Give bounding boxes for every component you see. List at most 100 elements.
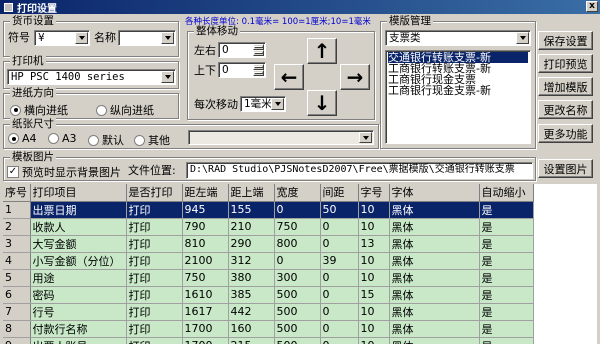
table-cell[interactable]: 0 [320, 218, 359, 236]
table-row[interactable]: 2 收款人 打印 790 210 750 0 10 黑体是 [3, 218, 534, 236]
column-header[interactable]: 序号 [3, 184, 31, 202]
table-cell[interactable]: 0 [320, 235, 359, 253]
table-cell[interactable]: 10 [358, 201, 390, 219]
table-cell[interactable]: 10 [358, 303, 390, 321]
column-header[interactable]: 字体 [389, 184, 480, 202]
column-header[interactable]: 宽度 [274, 184, 321, 202]
table-cell[interactable]: 黑体 [389, 201, 480, 219]
table-cell[interactable]: 290 [228, 235, 275, 253]
table-cell[interactable]: 打印 [126, 286, 183, 304]
table-cell[interactable]: 10 [358, 337, 390, 344]
row-index-cell[interactable]: 5 [3, 269, 31, 287]
table-cell[interactable]: 是 [479, 337, 534, 344]
file-path-input[interactable]: D:\RAD Studio\PJSNotesD2007\Free\票据模版\交通… [186, 162, 533, 179]
table-row[interactable]: 3 大写金额 打印 810 290 800 0 13 黑体是 [3, 235, 534, 253]
column-header[interactable]: 打印项目 [30, 184, 127, 202]
chevron-down-icon[interactable] [75, 32, 88, 44]
table-cell[interactable]: 是 [479, 269, 534, 287]
direction-portrait-radio[interactable]: 纵向进纸 [96, 102, 154, 118]
column-header[interactable]: 距上端 [228, 184, 275, 202]
move-down-button[interactable]: ↓ [307, 90, 337, 116]
move-up-button[interactable]: ↑ [307, 38, 337, 64]
table-cell[interactable]: 是 [479, 235, 534, 253]
close-button[interactable]: x [586, 1, 598, 12]
table-cell[interactable]: 密码 [30, 286, 127, 304]
table-cell[interactable]: 215 [228, 337, 275, 344]
table-row[interactable]: 1 出票日期 打印 945 155 0 50 10 黑体是 [3, 201, 534, 219]
table-cell[interactable]: 2100 [182, 252, 229, 270]
table-cell[interactable]: 打印 [126, 201, 183, 219]
table-cell[interactable]: 810 [182, 235, 229, 253]
table-cell[interactable]: 是 [479, 252, 534, 270]
table-row[interactable]: 5 用途 打印 750 380 300 0 10 黑体是 [3, 269, 534, 287]
printer-select[interactable]: HP PSC 1400 series [7, 69, 176, 85]
table-cell[interactable]: 付款行名称 [30, 320, 127, 338]
table-cell[interactable]: 用途 [30, 269, 127, 287]
table-row[interactable]: 9出票人账号打印1700215500010黑体是 [3, 337, 534, 344]
preview-bg-checkbox[interactable]: ✓ 预览时显示背景图片 [7, 164, 121, 180]
table-cell[interactable]: 790 [182, 218, 229, 236]
table-cell[interactable]: 13 [358, 235, 390, 253]
step-select[interactable]: 1毫米 [240, 96, 286, 112]
chevron-down-icon[interactable] [516, 32, 529, 44]
table-cell[interactable]: 500 [274, 320, 321, 338]
table-cell[interactable]: 385 [228, 286, 275, 304]
column-header[interactable]: 距左端 [182, 184, 229, 202]
table-cell[interactable]: 打印 [126, 337, 183, 344]
table-cell[interactable]: 750 [182, 269, 229, 287]
chevron-down-icon[interactable] [161, 71, 174, 83]
move-left-button[interactable]: ← [274, 64, 304, 90]
rename-button[interactable]: 更改名称 [538, 100, 593, 119]
table-cell[interactable]: 0 [274, 201, 321, 219]
table-cell[interactable]: 大写金额 [30, 235, 127, 253]
left-right-spinner[interactable] [253, 44, 264, 56]
column-header[interactable]: 字号 [358, 184, 390, 202]
move-right-button[interactable]: → [340, 64, 370, 90]
column-header[interactable]: 间距 [320, 184, 359, 202]
table-cell[interactable]: 10 [358, 320, 390, 338]
table-cell[interactable]: 1617 [182, 303, 229, 321]
table-cell[interactable]: 打印 [126, 252, 183, 270]
table-cell[interactable]: 1700 [182, 337, 229, 344]
table-cell[interactable]: 300 [274, 269, 321, 287]
paper-other-select[interactable] [188, 130, 374, 145]
table-row[interactable]: 7 行号 打印 1617 442 500 0 10 黑体是 [3, 303, 534, 321]
paper-a3-radio[interactable]: A3 [48, 132, 77, 145]
table-cell[interactable]: 打印 [126, 303, 183, 321]
table-cell[interactable]: 0 [320, 337, 359, 344]
table-cell[interactable]: 0 [320, 303, 359, 321]
currency-name-select[interactable] [118, 30, 176, 46]
table-cell[interactable]: 黑体 [389, 286, 480, 304]
print-items-grid[interactable]: 序号 打印项目 是否打印 距左端 距上端 宽度 间距 字号 字体 自动缩小 1 出票日期 打印 945 1… [3, 184, 597, 344]
table-cell[interactable]: 黑体 [389, 320, 480, 338]
table-cell[interactable]: 10 [358, 252, 390, 270]
table-cell[interactable]: 打印 [126, 320, 183, 338]
table-cell[interactable]: 15 [358, 286, 390, 304]
set-image-button[interactable]: 设置图片 [538, 159, 593, 178]
table-cell[interactable]: 黑体 [389, 252, 480, 270]
row-index-cell[interactable]: 1 [3, 201, 31, 219]
table-cell[interactable]: 打印 [126, 235, 183, 253]
table-cell[interactable]: 黑体 [389, 269, 480, 287]
table-cell[interactable]: 10 [358, 218, 390, 236]
column-header[interactable]: 是否打印 [126, 184, 183, 202]
row-index-cell[interactable]: 2 [3, 218, 31, 236]
paper-default-radio[interactable]: 默认 [88, 132, 124, 148]
paper-a4-radio[interactable]: A4 [8, 132, 37, 145]
row-index-cell[interactable]: 8 [3, 320, 31, 338]
table-cell[interactable]: 500 [274, 303, 321, 321]
table-cell[interactable]: 500 [274, 286, 321, 304]
table-cell[interactable]: 出票日期 [30, 201, 127, 219]
table-cell[interactable]: 打印 [126, 218, 183, 236]
template-list[interactable]: 交通银行转账支票-新 工商银行转账支票-新 工商银行现金支票 工商银行现金支票-… [385, 50, 531, 144]
table-cell[interactable]: 750 [274, 218, 321, 236]
table-cell[interactable]: 945 [182, 201, 229, 219]
direction-landscape-radio[interactable]: 横向进纸 [10, 102, 68, 118]
table-cell[interactable]: 0 [320, 320, 359, 338]
table-row[interactable]: 4 小写金额（分位） 打印 2100 312 0 39 10 黑体是 [3, 252, 534, 270]
paper-other-radio[interactable]: 其他 [134, 132, 170, 148]
symbol-select[interactable]: ¥ [34, 30, 90, 46]
template-list-item[interactable]: 工商银行现金支票-新 [388, 85, 528, 96]
row-index-cell[interactable]: 3 [3, 235, 31, 253]
table-cell[interactable]: 500 [274, 337, 321, 344]
